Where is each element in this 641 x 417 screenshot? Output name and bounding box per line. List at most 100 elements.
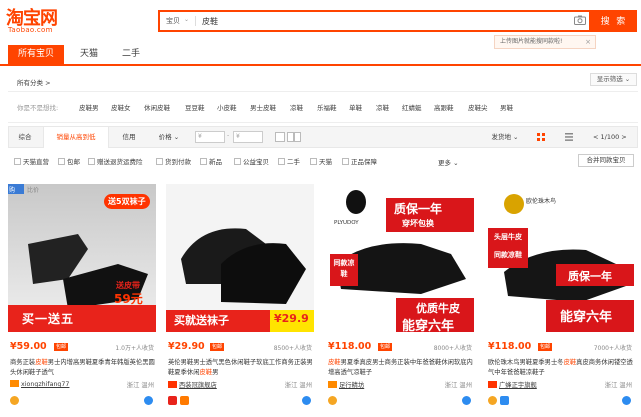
related-item[interactable]: 单鞋: [349, 102, 362, 112]
price-max-input[interactable]: ¥: [233, 131, 263, 143]
product-image[interactable]: 欧伦珠木鸟 头层牛皮 同款凉鞋 质保一年 能穿六年: [486, 184, 634, 332]
compare-label: 比价: [27, 187, 40, 194]
list-view-icon[interactable]: [275, 132, 285, 142]
show-filter-button[interactable]: 显示筛选 ⌄: [590, 73, 637, 86]
product-image[interactable]: 购 比价 送5双袜子 送皮带 59元 买一送五: [8, 184, 156, 332]
more-filters-button[interactable]: 更多 ⌄: [438, 157, 459, 167]
checkbox-icon[interactable]: [88, 158, 95, 165]
related-item[interactable]: 皮鞋尖: [468, 102, 488, 112]
related-item[interactable]: 皮鞋女: [111, 102, 131, 112]
related-item[interactable]: 高跟鞋: [434, 102, 454, 112]
product-card[interactable]: 欧伦珠木鸟 头层牛皮 同款凉鞋 质保一年 能穿六年 ¥118.00 包邮 700…: [486, 184, 634, 416]
related-item[interactable]: 男士皮鞋: [250, 102, 276, 112]
related-item[interactable]: 乐福鞋: [317, 102, 337, 112]
promo-tag: 头层牛皮: [494, 233, 522, 241]
related-item[interactable]: 红蜻蜓: [402, 102, 422, 112]
sort-price[interactable]: 价格 ⌄: [151, 127, 187, 147]
shop-link[interactable]: 足行精坊: [328, 380, 364, 389]
related-label: 你是不是想找:: [17, 104, 59, 112]
product-image[interactable]: PLYUDOY 质保一年 穿坏包换 同款凉鞋 优质牛皮 能穿六年: [326, 184, 474, 332]
shop-link[interactable]: 广蜂正宇旗舰: [488, 380, 537, 389]
checkbox-icon[interactable]: [200, 158, 207, 165]
promo-banner: 买就送袜子: [174, 314, 229, 327]
filter-checkbox[interactable]: 包邮: [58, 157, 80, 167]
product-price: ¥118.00: [328, 341, 372, 352]
checkbox-icon[interactable]: [310, 158, 317, 165]
all-category-link[interactable]: 所有分类 >: [17, 77, 51, 87]
camera-icon[interactable]: [574, 15, 586, 25]
free-shipping-badge: 包邮: [54, 343, 69, 351]
promo-price: 59元: [114, 292, 143, 306]
shop-link[interactable]: 西装冠旗舰店: [168, 380, 217, 389]
sort-credit[interactable]: 信用: [113, 127, 145, 147]
filter-checkbox[interactable]: 公益宝贝: [234, 157, 269, 167]
product-title[interactable]: 皮鞋男夏季真皮男士商务正装中年爸爸鞋休闲软底内增高透气凉鞋子: [328, 358, 474, 377]
pager[interactable]: < 1/100 >: [593, 127, 637, 147]
search-button[interactable]: 搜 索: [591, 10, 637, 32]
related-item[interactable]: 休闲皮鞋: [144, 102, 170, 112]
promo-banner: 质保一年: [394, 202, 443, 216]
product-title[interactable]: 商务正装皮鞋男士内增高男鞋夏季青年韩版英伦黑圆头休闲鞋子透气: [10, 358, 156, 377]
product-image[interactable]: 买就送袜子 ¥29.9: [166, 184, 314, 332]
filter-checkbox[interactable]: 二手: [278, 157, 300, 167]
shop-icon: [168, 381, 177, 388]
related-item[interactable]: 男鞋: [500, 102, 513, 112]
filter-checkbox[interactable]: 货到付款: [156, 157, 191, 167]
promo-banner: 买一送五: [22, 312, 75, 326]
wangwang-chat-icon[interactable]: [144, 396, 153, 405]
checkbox-icon[interactable]: [234, 158, 241, 165]
search-category-select[interactable]: 宝贝: [166, 16, 180, 26]
product-title[interactable]: 欧伦珠木鸟男鞋夏季男士冬皮鞋真皮商务休闲镂空透气中年爸爸鞋凉鞋子: [488, 358, 634, 377]
product-price: ¥29.90: [168, 341, 205, 352]
checkbox-icon[interactable]: [278, 158, 285, 165]
related-item[interactable]: 小皮鞋: [217, 102, 237, 112]
filter-checkbox[interactable]: 天猫直营: [14, 157, 49, 167]
product-photo: [166, 184, 314, 332]
close-icon[interactable]: ×: [585, 36, 591, 48]
search-input[interactable]: [202, 13, 562, 29]
list-view-icon[interactable]: [565, 133, 573, 141]
filter-checkbox[interactable]: 天猫: [310, 157, 332, 167]
promo-text: 能穿六年: [402, 319, 455, 332]
checkbox-icon[interactable]: [342, 158, 349, 165]
shop-icon: [488, 381, 497, 388]
tab-secondhand[interactable]: 二手: [114, 45, 148, 64]
promo-banner: 质保一年: [568, 270, 612, 283]
related-item[interactable]: 皮鞋男: [79, 102, 99, 112]
price-min-input[interactable]: ¥: [195, 131, 225, 143]
checkbox-icon[interactable]: [156, 158, 163, 165]
service-icons: [328, 396, 474, 406]
tab-all[interactable]: 所有宝贝: [8, 45, 64, 64]
product-card[interactable]: PLYUDOY 质保一年 穿坏包换 同款凉鞋 优质牛皮 能穿六年 ¥118.00…: [326, 184, 474, 416]
brand-label: PLYUDOY: [334, 220, 359, 226]
filter-checkbox[interactable]: 赠送退货运费险: [88, 157, 143, 167]
checkbox-icon[interactable]: [14, 158, 21, 165]
checkbox-icon[interactable]: [58, 158, 65, 165]
related-item[interactable]: 凉鞋: [290, 102, 303, 112]
promo-sub: 穿坏包换: [402, 219, 434, 228]
chevron-down-icon: ⌄: [184, 16, 190, 23]
product-card[interactable]: 买就送袜子 ¥29.9 ¥29.90 包邮 8500+人收货 英伦男鞋男士透气黑…: [166, 184, 314, 416]
grid-toggle-icon[interactable]: [287, 132, 301, 142]
grid-view-icon[interactable]: [537, 133, 545, 141]
image-search-tip-text: 上传图片就能搜同款啦!: [500, 38, 563, 45]
product-title[interactable]: 英伦男鞋男士透气黑色休闲鞋子软底工作商务正装男鞋夏季休闲皮鞋男: [168, 358, 314, 377]
ship-from-select[interactable]: 发货地 ⌄: [487, 127, 523, 147]
sort-sales[interactable]: 销量从高到低: [43, 127, 109, 148]
related-item[interactable]: 豆豆鞋: [185, 102, 205, 112]
filter-checkbox[interactable]: 正品保障: [342, 157, 377, 167]
promo-tag: 同款凉鞋: [494, 251, 522, 259]
sort-default[interactable]: 综合: [9, 127, 41, 147]
sold-count: 8000+人收货: [433, 345, 472, 352]
tab-tmall[interactable]: 天猫: [72, 45, 106, 64]
shop-link[interactable]: xiongzhifang77: [10, 380, 69, 388]
filter-checkbox[interactable]: 新品: [200, 157, 222, 167]
gold-medal-icon: [488, 396, 497, 405]
wangwang-chat-icon[interactable]: [622, 396, 631, 405]
related-item[interactable]: 凉鞋: [376, 102, 389, 112]
wangwang-chat-icon[interactable]: [462, 396, 471, 405]
merge-same-button[interactable]: 合并同款宝贝: [578, 154, 634, 167]
wangwang-chat-icon[interactable]: [302, 396, 311, 405]
product-card[interactable]: 购 比价 送5双袜子 送皮带 59元 买一送五 ¥59.00 包邮 1.0万+人…: [8, 184, 156, 416]
shop-icon: [10, 380, 19, 387]
